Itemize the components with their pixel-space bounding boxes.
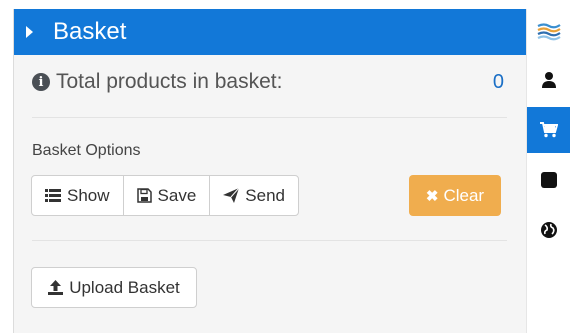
clear-button[interactable]: ✖ Clear xyxy=(409,175,501,216)
square-icon[interactable] xyxy=(527,157,570,203)
info-icon: i xyxy=(32,73,50,91)
upload-basket-label: Upload Basket xyxy=(69,277,180,297)
caret-right-icon[interactable] xyxy=(26,26,33,38)
show-label: Show xyxy=(67,185,110,205)
divider xyxy=(32,117,507,118)
send-label: Send xyxy=(245,185,285,205)
clear-label: Clear xyxy=(443,185,485,205)
floppy-disk-icon xyxy=(136,188,152,203)
upload-icon xyxy=(48,280,64,295)
send-button[interactable]: Send xyxy=(210,176,298,215)
show-button[interactable]: Show xyxy=(32,176,124,215)
save-label: Save xyxy=(157,185,197,205)
user-icon[interactable] xyxy=(527,57,570,103)
right-sidebar xyxy=(526,9,570,333)
shopping-cart-icon[interactable] xyxy=(527,107,570,153)
panel-title: Basket xyxy=(53,18,127,45)
basket-total-row: i Total products in basket: 0 xyxy=(32,67,506,97)
total-products-count: 0 xyxy=(492,70,504,93)
app-logo-icon[interactable] xyxy=(527,9,570,55)
upload-basket-button[interactable]: Upload Basket xyxy=(31,267,197,308)
basket-panel: Basket i Total products in basket: 0 Bas… xyxy=(13,9,527,333)
save-button[interactable]: Save xyxy=(124,176,211,215)
divider xyxy=(32,240,507,241)
close-icon: ✖ xyxy=(425,187,439,205)
total-products-label: Total products in basket: xyxy=(56,70,283,93)
basket-options-button-group: Show Save Send xyxy=(31,175,299,216)
basket-options-label: Basket Options xyxy=(32,142,141,159)
basket-header[interactable]: Basket xyxy=(14,9,527,55)
list-icon xyxy=(45,189,61,202)
globe-icon[interactable] xyxy=(527,207,570,253)
paper-plane-icon xyxy=(223,188,240,203)
